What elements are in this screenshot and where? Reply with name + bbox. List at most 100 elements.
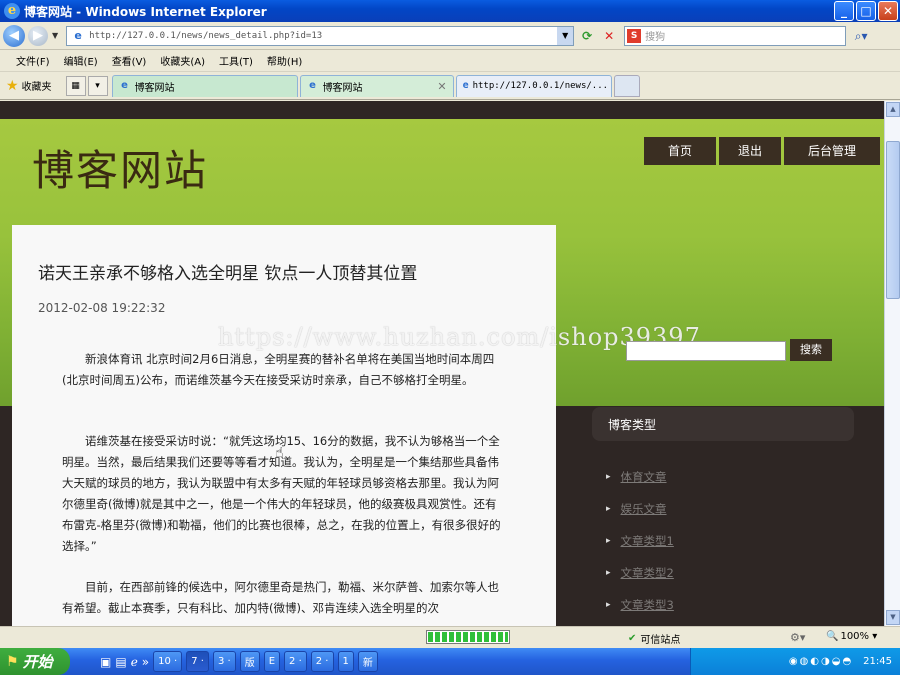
favorites-button[interactable]: ★ 收藏夹 [6, 78, 52, 94]
bullet-icon: ▸ [606, 504, 611, 514]
window-titlebar: e 博客网站 - Windows Internet Explorer _ □ ✕ [0, 0, 900, 22]
category-item[interactable]: ▸ 文章类型2 [606, 557, 674, 589]
security-zone[interactable]: ✔ 可信站点 [628, 631, 680, 646]
taskbar-button[interactable]: 版 [239, 651, 260, 672]
window-controls: _ □ ✕ [834, 1, 898, 21]
zone-label: 可信站点 [640, 635, 681, 646]
taskbar-button[interactable]: 10 · [153, 651, 183, 672]
desktop-icon[interactable]: ▣ [100, 655, 111, 669]
start-button[interactable]: ⚑ 开始 [0, 648, 70, 675]
tab-bar: ★ 收藏夹 ▦ ▾ e 博客网站 e 博客网站 ✕ e http://127.0… [0, 72, 900, 100]
address-bar[interactable]: e http://127.0.0.1/news/news_detail.php?… [66, 25, 575, 46]
bullet-icon: ▸ [606, 600, 611, 610]
quick-launch: ▣ ▤ ℯ » [100, 655, 149, 669]
article-paragraph: 目前，在西部前锋的候选中，阿尔德里奇是热门，勒福、米尔萨普、加索尔等人也有希望。… [62, 580, 499, 615]
category-link[interactable]: 文章类型3 [621, 597, 674, 613]
category-list: ▸ 体育文章 ▸ 娱乐文章 ▸ 文章类型1 ▸ 文章类型2 ▸ 文章类型3 [606, 461, 674, 621]
start-label: 开始 [22, 653, 53, 671]
tab-1-label: 博客网站 [134, 82, 175, 94]
taskbar-button[interactable]: E [263, 651, 281, 672]
category-link[interactable]: 文章类型1 [621, 533, 674, 549]
article-card: 诺天王亲承不够格入选全明星 钦点一人顶替其位置 2012-02-08 19:22… [12, 225, 556, 626]
quick-launch-arrow-icon[interactable]: » [142, 655, 149, 669]
nav-home[interactable]: 首页 [644, 137, 716, 165]
ie-quick-icon[interactable]: ℯ [131, 655, 138, 669]
category-link[interactable]: 体育文章 [621, 469, 667, 485]
address-dropdown-icon[interactable]: ▼ [557, 26, 574, 45]
taskbar-button[interactable]: 1 [337, 651, 354, 672]
taskbar-button-ie[interactable]: 7 · [186, 651, 209, 672]
sidebar-search-input[interactable] [626, 341, 786, 361]
page-load-progress [426, 630, 510, 644]
ie-page-icon: e [121, 80, 128, 91]
category-link[interactable]: 娱乐文章 [621, 501, 667, 517]
folder-icon[interactable]: ▤ [115, 655, 126, 669]
tray-icons[interactable]: ◉◍◐◑◒◓ [789, 656, 853, 667]
window-title: 博客网站 - Windows Internet Explorer [24, 4, 267, 19]
menu-bar: 文件(F) 编辑(E) 查看(V) 收藏夹(A) 工具(T) 帮助(H) [0, 50, 900, 72]
menu-file[interactable]: 文件(F) [16, 53, 50, 68]
search-icon[interactable]: ⌕▾ [848, 26, 874, 46]
search-input[interactable]: S 搜狗 [624, 25, 847, 46]
page-icon: e [74, 28, 82, 42]
category-item[interactable]: ▸ 文章类型3 [606, 589, 674, 621]
header-stripe [0, 101, 884, 119]
site-nav: 首页 退出 后台管理 [644, 137, 880, 165]
bullet-icon: ▸ [606, 568, 611, 578]
menu-favorites[interactable]: 收藏夹(A) [160, 53, 205, 68]
maximize-button[interactable]: □ [856, 1, 876, 21]
taskbar-button[interactable]: 2 · [310, 651, 334, 672]
scroll-thumb[interactable] [886, 141, 900, 299]
menu-tools[interactable]: 工具(T) [219, 53, 253, 68]
search-engine-icon: S [627, 28, 642, 43]
zoom-control[interactable]: 🔍 100% ▾ [826, 631, 877, 642]
zoom-icon: 🔍 [826, 631, 839, 642]
protected-mode-icon[interactable]: ⚙▾ [790, 631, 805, 644]
address-toolbar: ◀ ▶ ▼ e http://127.0.0.1/news/news_detai… [0, 22, 900, 50]
progress-fill [428, 632, 508, 642]
refresh-icon[interactable]: ⟳ [578, 27, 596, 45]
sidebar-search-button[interactable]: 搜索 [790, 339, 832, 361]
windows-flag-icon: ⚑ [6, 653, 19, 670]
forward-button[interactable]: ▶ [28, 25, 48, 46]
tab-2[interactable]: e 博客网站 ✕ [299, 74, 454, 97]
history-dropdown-icon[interactable]: ▼ [52, 31, 58, 40]
vertical-scrollbar[interactable]: ▲ ▼ [884, 101, 900, 626]
bullet-icon: ▸ [606, 472, 611, 482]
menu-view[interactable]: 查看(V) [112, 53, 147, 68]
ie-page-icon: e [462, 80, 469, 91]
category-item[interactable]: ▸ 娱乐文章 [606, 493, 674, 525]
mouse-cursor-icon: ☝ [275, 445, 284, 461]
tab-list-icon[interactable]: ▾ [87, 75, 108, 96]
taskbar: ⚑ 开始 ▣ ▤ ℯ » 10 · 7 · 3 · 版 E 2 · 2 · 1 … [0, 648, 900, 675]
tab-3[interactable]: e http://127.0.0.1/news/... [455, 74, 612, 97]
scroll-up-icon[interactable]: ▲ [886, 102, 900, 117]
menu-edit[interactable]: 编辑(E) [64, 53, 98, 68]
category-item[interactable]: ▸ 体育文章 [606, 461, 674, 493]
back-button[interactable]: ◀ [3, 24, 25, 47]
stop-icon[interactable]: ✕ [600, 27, 618, 45]
scroll-down-icon[interactable]: ▼ [886, 610, 900, 625]
tab-2-label: 博客网站 [322, 82, 363, 94]
menu-help[interactable]: 帮助(H) [267, 53, 302, 68]
nav-admin[interactable]: 后台管理 [784, 137, 880, 165]
new-tab-button[interactable] [613, 74, 640, 97]
status-bar: ✔ 可信站点 ⚙▾ 🔍 100% ▾ [0, 626, 900, 648]
quick-tabs-icon[interactable]: ▦ [65, 75, 86, 96]
taskbar-button[interactable]: 新 [357, 651, 378, 672]
close-button[interactable]: ✕ [878, 1, 898, 21]
category-item[interactable]: ▸ 文章类型1 [606, 525, 674, 557]
site-title: 博客网站 [32, 146, 209, 195]
article-title: 诺天王亲承不够格入选全明星 钦点一人顶替其位置 [38, 264, 418, 284]
minimize-button[interactable]: _ [834, 1, 854, 21]
category-link[interactable]: 文章类型2 [621, 565, 674, 581]
nav-logout[interactable]: 退出 [719, 137, 781, 165]
category-header: 博客类型 [608, 418, 657, 432]
ie-icon: e [4, 3, 20, 19]
system-tray: ◉◍◐◑◒◓ 21:45 [690, 648, 900, 675]
favorites-label: 收藏夹 [21, 82, 52, 93]
tab-1[interactable]: e 博客网站 [111, 74, 298, 97]
taskbar-button[interactable]: 2 · [284, 651, 307, 672]
taskbar-button[interactable]: 3 · [212, 651, 236, 672]
tab-close-icon[interactable]: ✕ [437, 80, 446, 93]
